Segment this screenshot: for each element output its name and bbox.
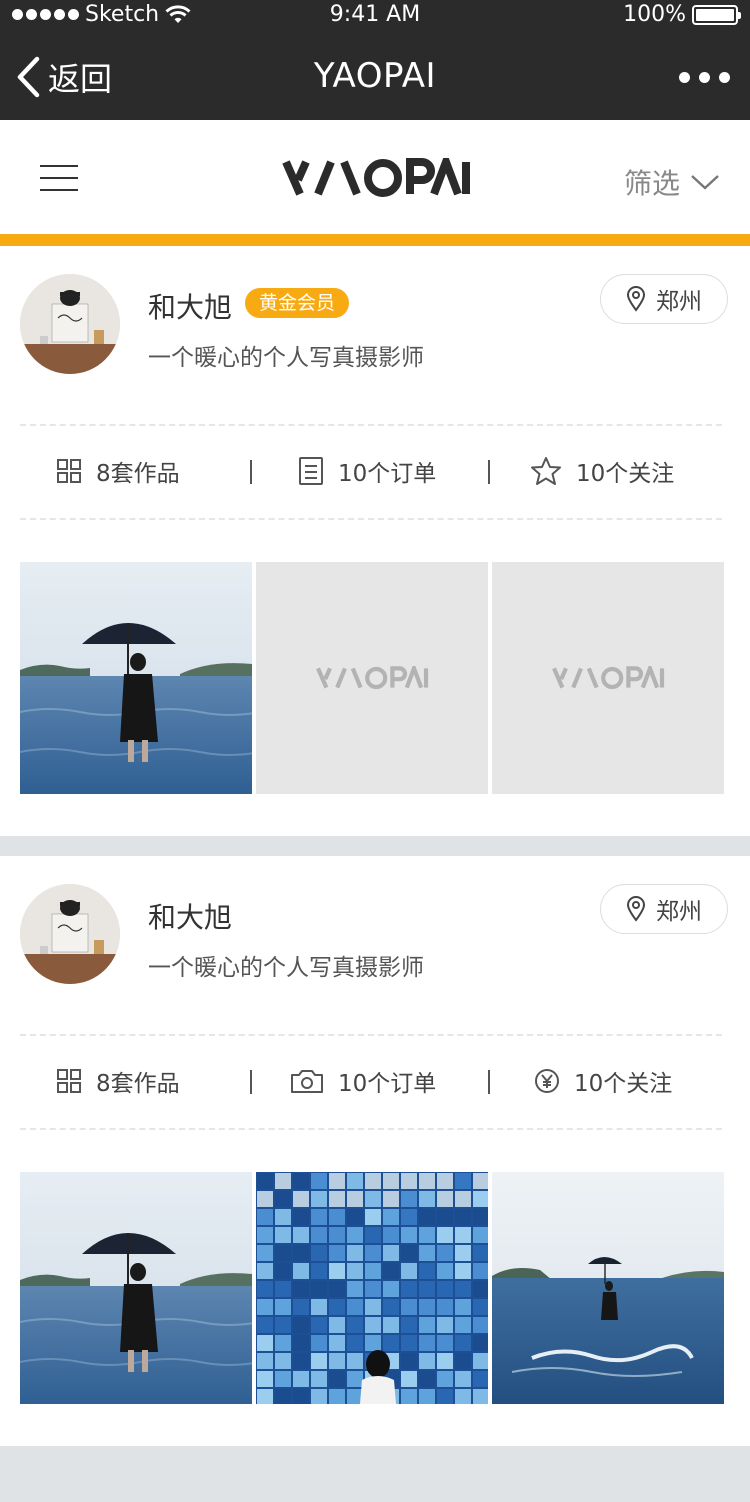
photographer-description: 一个暖心的个人写真摄影师 <box>148 345 424 371</box>
battery-icon <box>692 4 741 25</box>
stat-label: 10个关注 <box>576 461 675 487</box>
yaopai-placeholder[interactable] <box>256 562 488 794</box>
stats-row: 8套作品 10个订单 10个关注 <box>0 1050 750 1114</box>
status-bar: Sketch 9:41 AM 100% <box>0 0 750 30</box>
location-button[interactable]: 郑州 <box>600 884 728 934</box>
location-label: 郑州 <box>656 899 702 925</box>
umbrella-sea-distant-photo[interactable] <box>492 1172 724 1404</box>
stat-label: 10个订单 <box>338 1071 437 1097</box>
star-icon <box>531 457 561 485</box>
stat-orders[interactable]: 10个订单 <box>290 1064 436 1098</box>
photographer-name[interactable]: 和大旭 <box>148 896 232 936</box>
app-header: 筛选 <box>0 120 750 234</box>
photographer-name[interactable]: 和大旭 <box>148 286 232 326</box>
grid-icon <box>57 459 81 483</box>
location-pin-icon <box>626 286 646 312</box>
battery-percent: 100% <box>623 2 686 27</box>
stat-label: 10个订单 <box>338 461 437 487</box>
stat-follows[interactable]: 10个关注 <box>530 454 674 488</box>
navigation-bar: 返回 YAOPAI <box>0 30 750 120</box>
more-dot-icon <box>699 72 710 83</box>
location-pin-icon <box>626 896 646 922</box>
yaopai-logo-icon <box>282 150 470 197</box>
umbrella-sea-photo[interactable] <box>20 1172 252 1404</box>
list-icon <box>299 457 323 485</box>
stat-works[interactable]: 8套作品 <box>56 454 180 488</box>
stat-label: 10个关注 <box>574 1071 673 1097</box>
stats-row: 8套作品 10个订单 10个关注 <box>0 440 750 504</box>
yaopai-logo-icon <box>552 666 665 690</box>
page-title: YAOPAI <box>313 56 437 96</box>
filter-button[interactable]: 筛选 <box>624 162 720 202</box>
umbrella-sea-photo[interactable] <box>20 562 252 794</box>
accent-divider <box>0 234 750 246</box>
yen-icon <box>535 1069 559 1093</box>
yaopai-logo <box>282 150 470 202</box>
camera-icon <box>291 1070 323 1093</box>
location-label: 郑州 <box>656 289 702 315</box>
stat-follows[interactable]: 10个关注 <box>534 1064 672 1098</box>
more-dot-icon <box>719 72 730 83</box>
more-dot-icon <box>679 72 690 83</box>
yaopai-placeholder[interactable] <box>492 562 724 794</box>
divider <box>20 1128 722 1130</box>
photo-grid <box>20 562 724 794</box>
top-bar: Sketch 9:41 AM 100% 返回 YAOPAI <box>0 0 750 120</box>
menu-button[interactable] <box>40 165 78 191</box>
grid-icon <box>57 1069 81 1093</box>
chevron-down-icon <box>691 175 719 190</box>
photographer-card[interactable]: 和大旭 一个暖心的个人写真摄影师 郑州 8套作品 10个订单 10个关注 <box>0 856 750 1446</box>
more-button[interactable] <box>679 72 730 83</box>
stat-works[interactable]: 8套作品 <box>56 1064 180 1098</box>
member-badge: 黄金会员 <box>245 288 350 318</box>
photographer-description: 一个暖心的个人写真摄影师 <box>148 955 424 981</box>
filter-label: 筛选 <box>623 167 680 200</box>
divider <box>20 518 722 520</box>
stat-orders[interactable]: 10个订单 <box>298 454 436 488</box>
photo-grid <box>20 1172 724 1404</box>
stat-label: 8套作品 <box>96 461 180 487</box>
divider <box>20 424 722 426</box>
location-button[interactable]: 郑州 <box>600 274 728 324</box>
photographer-card[interactable]: 和大旭 黄金会员 一个暖心的个人写真摄影师 郑州 8套作品 10个订单 10个关… <box>0 246 750 836</box>
divider <box>20 1034 722 1036</box>
avatar[interactable] <box>20 274 120 374</box>
yaopai-logo-icon <box>316 666 429 690</box>
blue-tiles-photo[interactable] <box>256 1172 488 1404</box>
stat-label: 8套作品 <box>96 1071 180 1097</box>
avatar[interactable] <box>20 884 120 984</box>
